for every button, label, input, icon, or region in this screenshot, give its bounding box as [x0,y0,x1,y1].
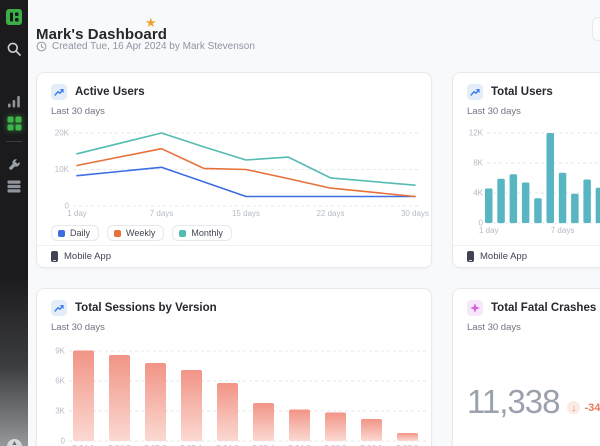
app-tag: Mobile App [64,251,111,262]
card-title: Total Fatal Crashes [491,302,596,314]
card-title: Active Users [75,86,145,98]
card-title: Total Users [491,86,553,98]
edge-cutoff-button[interactable] [592,17,600,41]
kpi-delta-label: -34.9% [584,402,600,414]
card-total-sessions: Total Sessions by Version Last 30 days 0… [36,288,432,446]
svg-text:7 days: 7 days [150,209,174,218]
trend-chart-icon [51,84,67,100]
svg-text:8K: 8K [473,159,483,168]
total-users-bar-chart: 04K8K12K1 day7 days [453,117,600,239]
card-range-label: Last 30 days [467,322,521,333]
trend-chart-icon [51,300,67,316]
sidebar-expand-button[interactable]: ▲ [7,439,22,446]
chart-legend: Daily Weekly Monthly [51,225,232,241]
clock-icon [36,41,47,52]
sessions-by-version-bar-chart: 03K6K9K5.04.15.04.25.05.05.05.15.04.05.0… [37,343,431,446]
svg-text:10K: 10K [55,165,70,174]
server-icon [7,180,21,193]
svg-text:20K: 20K [55,129,70,138]
kpi-value: 11,338 [467,385,559,418]
arrow-down-icon: ↓ [567,401,580,414]
sidebar-item-search[interactable] [0,40,28,58]
sidebar-item-data[interactable] [0,178,28,194]
sidebar: ▲ [0,0,28,446]
sidebar-divider [6,141,22,142]
sidebar-item-dashboards[interactable] [0,114,28,132]
svg-text:3K: 3K [55,407,65,416]
legend-color-weekly [114,230,121,237]
legend-label: Weekly [126,228,155,238]
sparkle-icon [467,300,483,316]
svg-text:12K: 12K [469,129,484,138]
app-tag: Mobile App [480,251,527,262]
active-users-line-chart: 010K20K1 day7 days15 days22 days30 days [37,117,431,221]
legend-pill-monthly[interactable]: Monthly [172,225,232,241]
legend-label: Daily [70,228,90,238]
svg-text:1 day: 1 day [67,209,87,218]
wrench-icon [7,158,21,172]
legend-pill-daily[interactable]: Daily [51,225,99,241]
svg-text:22 days: 22 days [316,209,344,218]
legend-color-monthly [179,230,186,237]
card-active-users: Active Users Last 30 days 010K20K1 day7 … [36,72,432,268]
svg-text:6K: 6K [55,377,65,386]
mobile-phone-icon [51,251,58,262]
legend-color-daily [58,230,65,237]
kpi-row: 11,338 ↓ -34.9% [467,385,600,418]
created-byline: Created Tue, 16 Apr 2024 by Mark Stevens… [36,41,255,52]
svg-text:7 days: 7 days [551,226,575,235]
card-range-label: Last 30 days [467,106,521,117]
svg-text:15 days: 15 days [232,209,260,218]
green-logo-icon [6,9,22,25]
svg-text:0: 0 [61,437,66,446]
search-icon [6,41,22,57]
grid-icon [7,116,22,131]
trend-chart-icon [467,84,483,100]
sidebar-item-tools[interactable] [0,157,28,173]
svg-text:1 day: 1 day [479,226,499,235]
bar-chart-icon [7,95,21,108]
card-range-label: Last 30 days [51,106,105,117]
svg-text:30 days: 30 days [401,209,429,218]
card-footer: Mobile App [37,245,431,267]
favorite-star-icon[interactable]: ★ [145,15,157,31]
card-total-users: Total Users Last 30 days 04K8K12K1 day7 … [452,72,600,268]
card-total-fatal-crashes: Total Fatal Crashes Last 30 days 11,338 … [452,288,600,446]
card-title: Total Sessions by Version [75,302,217,314]
card-range-label: Last 30 days [51,322,105,333]
legend-label: Monthly [191,228,223,238]
sidebar-item-analytics[interactable] [0,93,28,109]
dashboard-page: ▲ Mark's Dashboard ★ Created Tue, 16 Apr… [0,0,600,446]
legend-pill-weekly[interactable]: Weekly [107,225,164,241]
mobile-phone-icon [467,251,474,262]
chevron-up-icon: ▲ [11,440,18,446]
svg-text:4K: 4K [473,189,483,198]
svg-text:9K: 9K [55,347,65,356]
created-text: Created Tue, 16 Apr 2024 by Mark Stevens… [52,41,255,52]
card-footer: Mobile App [453,245,600,267]
kpi-delta: ↓ -34.9% [567,401,600,414]
app-logo[interactable] [0,8,28,26]
